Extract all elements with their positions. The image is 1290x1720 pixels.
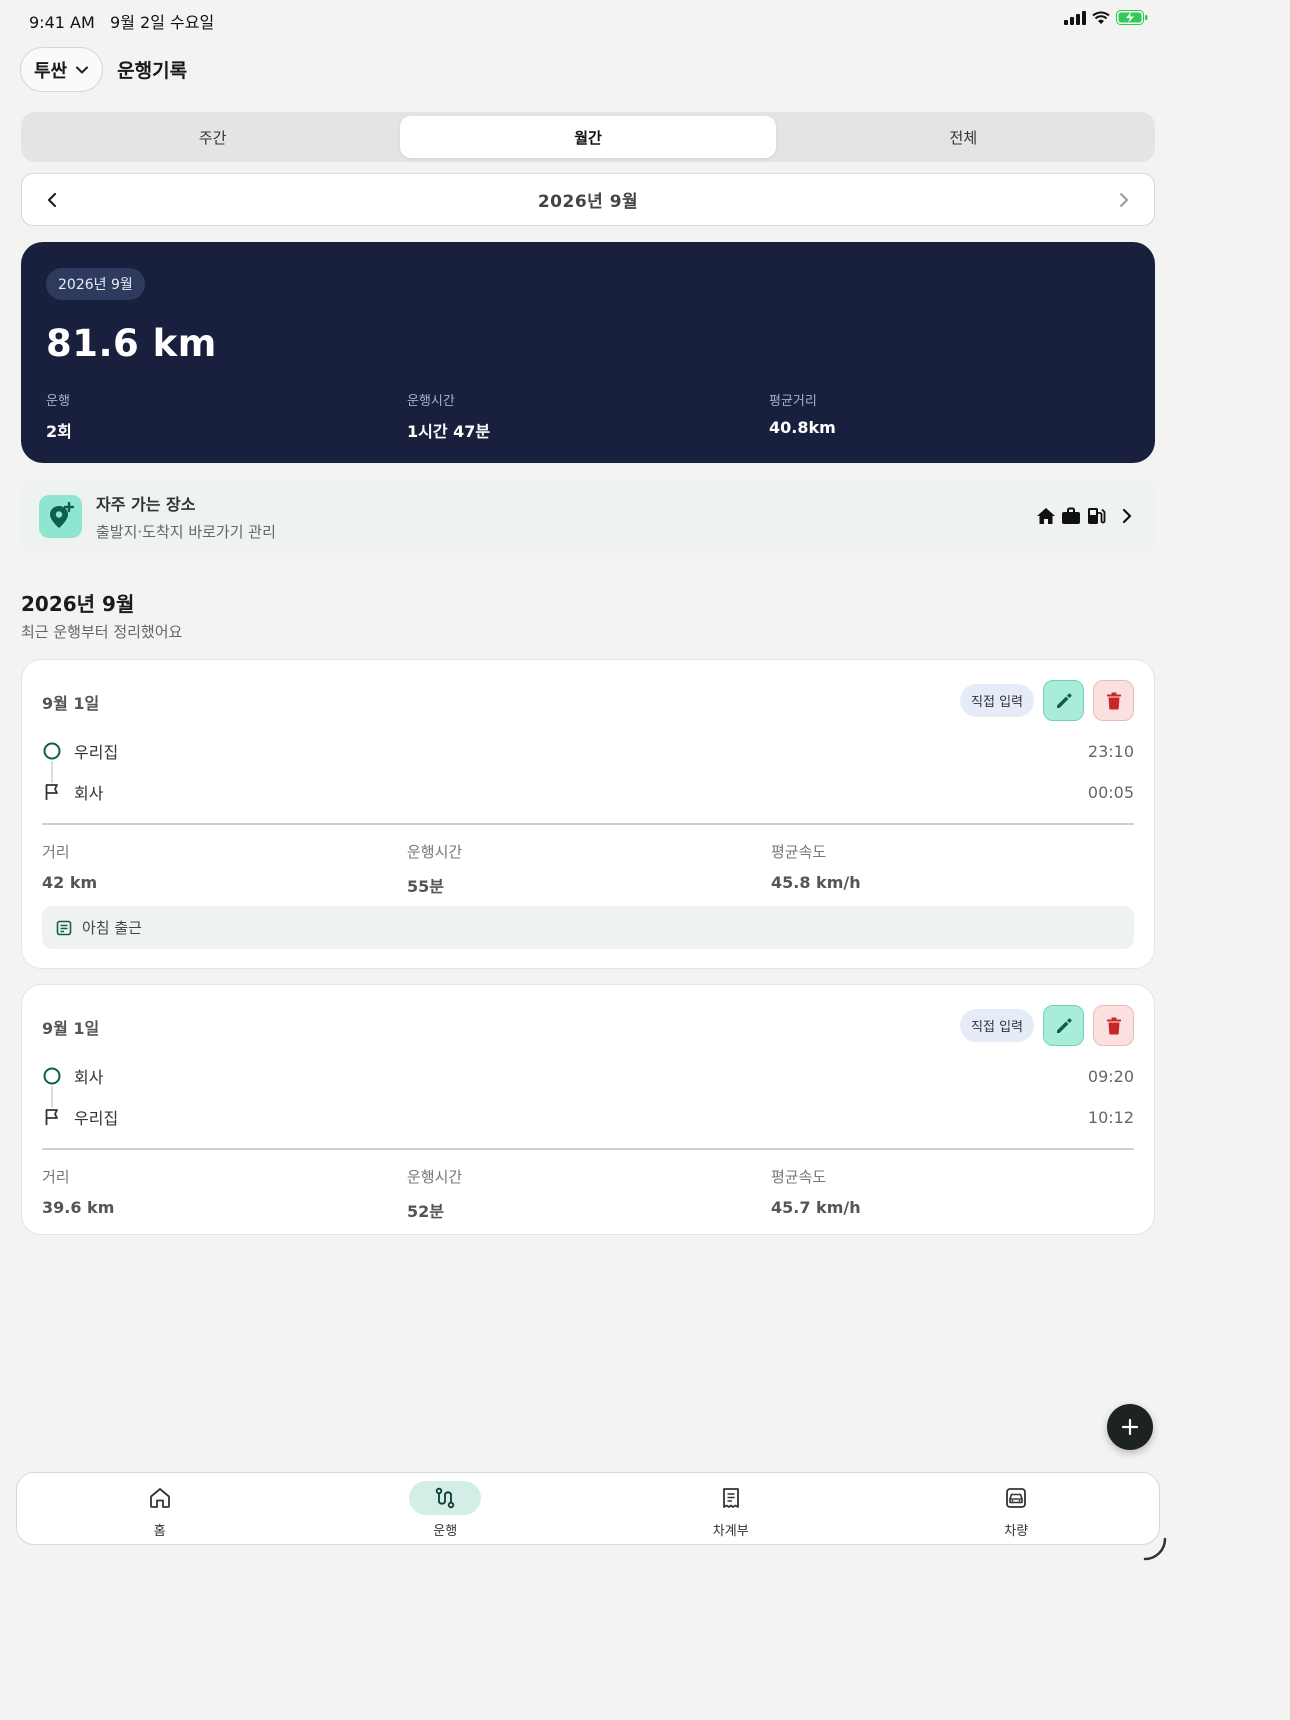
trash-icon [1106, 1017, 1121, 1034]
memo-text: 아침 출근 [82, 919, 142, 937]
divider [42, 1148, 1134, 1150]
chevron-right-icon [1122, 508, 1132, 524]
start-place: 회사 [74, 1068, 104, 1087]
edit-button[interactable] [1043, 680, 1084, 721]
route-start: 회사 09:20 [42, 1064, 1134, 1088]
summary-period-badge: 2026년 9월 [46, 268, 145, 300]
bottom-nav: 홈 운행 차계부 차량 [16, 1472, 1160, 1545]
signal-icon [1064, 10, 1086, 25]
trip-list-subtitle: 최근 운행부터 정리했어요 [21, 623, 183, 641]
home-indicator [1143, 1537, 1167, 1561]
frequent-places-title: 자주 가는 장소 [96, 494, 196, 514]
divider [42, 823, 1134, 825]
pencil-icon [1056, 1017, 1072, 1033]
flag-icon [42, 782, 62, 802]
nav-vehicle[interactable]: 차량 [874, 1473, 1160, 1544]
nav-label: 홈 [153, 1524, 166, 1539]
frequent-places-row[interactable]: 자주 가는 장소 출발지·도착지 바로가기 관리 [21, 480, 1155, 552]
trip-memo: 아침 출근 [42, 906, 1134, 949]
briefcase-icon [1062, 507, 1080, 524]
metric-distance: 거리 39.6 km [42, 1168, 115, 1217]
tab-all[interactable]: 전체 [776, 116, 1151, 158]
delete-button[interactable] [1093, 680, 1134, 721]
manual-entry-badge: 직접 입력 [960, 1009, 1034, 1042]
frequent-places-subtitle: 출발지·도착지 바로가기 관리 [96, 522, 276, 541]
top-bar: 투싼 운행기록 [20, 47, 187, 92]
tab-monthly[interactable]: 월간 [400, 116, 776, 158]
nav-home[interactable]: 홈 [17, 1473, 303, 1544]
metric-average-speed: 평균속도 45.7 km/h [771, 1168, 861, 1217]
prev-month-button[interactable] [40, 188, 64, 212]
start-time: 09:20 [1087, 1066, 1134, 1086]
chevron-down-icon [76, 66, 89, 73]
end-time: 00:05 [1087, 782, 1134, 802]
start-circle-icon [42, 1066, 62, 1086]
gas-station-icon [1088, 508, 1106, 524]
edit-button[interactable] [1043, 1005, 1084, 1046]
chevron-right-icon [1120, 192, 1128, 207]
plus-icon [1121, 1418, 1139, 1436]
current-month-label: 2026년 9월 [537, 192, 639, 212]
car-icon [1006, 1488, 1027, 1508]
receipt-icon [722, 1488, 739, 1508]
next-month-button[interactable] [1112, 188, 1136, 212]
chevron-left-icon [47, 192, 57, 207]
trip-card[interactable]: 9월 1일 직접 입력 회사 09:20 우리집 10:12 거리 39.6 k… [21, 984, 1155, 1235]
vehicle-name: 투싼 [34, 60, 68, 82]
trip-list-title: 2026년 9월 [21, 592, 135, 616]
total-distance: 81.6 km [46, 322, 217, 365]
nav-label: 차량 [1004, 1524, 1029, 1539]
trip-date: 9월 1일 [42, 694, 100, 713]
battery-charging-icon [1116, 10, 1148, 25]
end-place: 회사 [74, 784, 104, 803]
stat-drive-time: 운행시간 1시간 47분 [407, 394, 491, 441]
nav-label: 차계부 [712, 1524, 749, 1539]
stat-trip-count: 운행 2회 [46, 394, 72, 441]
tab-weekly[interactable]: 주간 [25, 116, 400, 158]
end-time: 10:12 [1087, 1107, 1134, 1127]
metric-average-speed: 평균속도 45.8 km/h [771, 843, 861, 892]
manual-entry-badge: 직접 입력 [960, 684, 1034, 717]
route-icon [436, 1487, 455, 1509]
end-place: 우리집 [74, 1109, 119, 1128]
metric-drive-time: 운행시간 52분 [407, 1168, 463, 1221]
status-icons [1064, 10, 1148, 25]
add-location-icon [39, 494, 82, 538]
nav-label: 운행 [433, 1524, 458, 1539]
route-end: 우리집 10:12 [42, 1105, 1134, 1129]
wifi-icon [1092, 11, 1110, 24]
add-trip-button[interactable] [1107, 1404, 1153, 1450]
start-circle-icon [42, 741, 62, 761]
pencil-icon [1056, 692, 1072, 708]
trip-card[interactable]: 9월 1일 직접 입력 우리집 23:10 회사 00:05 거리 42 km … [21, 659, 1155, 969]
flag-icon [42, 1107, 62, 1127]
page-title: 운행기록 [117, 60, 188, 82]
route-end: 회사 00:05 [42, 780, 1134, 804]
month-navigator: 2026년 9월 [21, 173, 1155, 226]
home-icon [1037, 508, 1055, 524]
route-start: 우리집 23:10 [42, 739, 1134, 763]
metric-distance: 거리 42 km [42, 843, 98, 892]
note-icon [56, 920, 72, 935]
nav-expenses[interactable]: 차계부 [588, 1473, 874, 1544]
monthly-summary-card: 2026년 9월 81.6 km 운행 2회 운행시간 1시간 47분 평균거리… [21, 242, 1155, 463]
start-time: 23:10 [1087, 741, 1134, 761]
start-place: 우리집 [74, 743, 119, 762]
stat-average-distance: 평균거리 40.8km [769, 394, 836, 437]
home-icon [149, 1488, 170, 1508]
delete-button[interactable] [1093, 1005, 1134, 1046]
vehicle-selector[interactable]: 투싼 [20, 47, 104, 92]
trip-date: 9월 1일 [42, 1019, 100, 1038]
status-bar: 9:41 AM 9월 2일 수요일 [0, 0, 1176, 36]
nav-trips[interactable]: 운행 [303, 1473, 589, 1544]
period-tabs: 주간 월간 전체 [21, 112, 1155, 162]
metric-drive-time: 운행시간 55분 [407, 843, 463, 896]
trash-icon [1106, 692, 1121, 709]
status-time: 9:41 AM 9월 2일 수요일 [29, 13, 215, 32]
